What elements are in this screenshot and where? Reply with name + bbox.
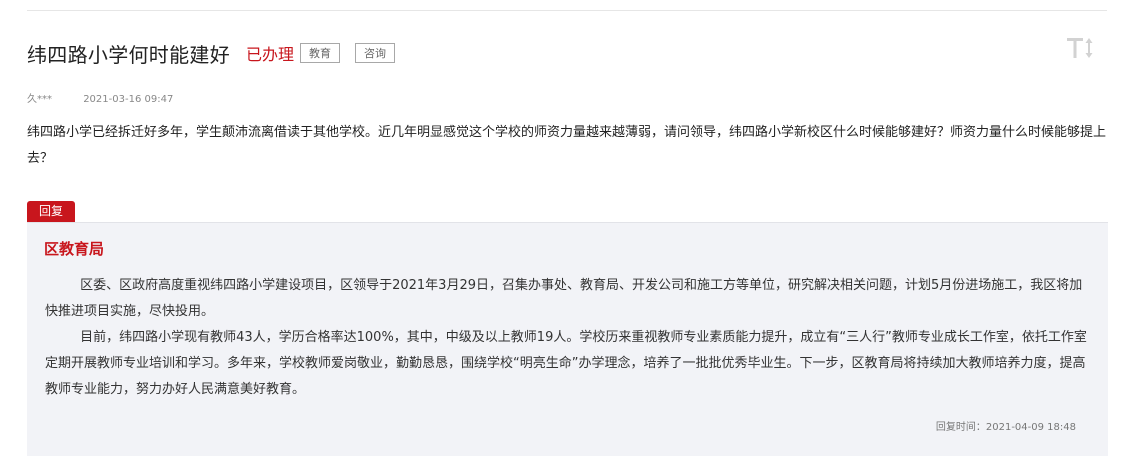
title-row: 纬四路小学何时能建好 已办理 教育 咨询 xyxy=(27,38,396,68)
question-text: 纬四路小学已经拆迁好多年，学生颠沛流离借读于其他学校。近几年明显感觉这个学校的师… xyxy=(27,125,1107,166)
reply-tab: 回复 xyxy=(27,201,76,222)
tag-consult[interactable]: 咨询 xyxy=(355,43,396,63)
text-size-icon[interactable] xyxy=(1063,33,1097,63)
reply-paragraph: 目前，纬四路小学现有教师43人，学历合格率达100%，其中，中级及以上教师19人… xyxy=(45,330,1087,397)
status-label: 已办理 xyxy=(246,45,295,64)
post-date: 2021-03-16 09:47 xyxy=(83,94,174,105)
page: 纬四路小学何时能建好 已办理 教育 咨询 久*** 2021-03-16 09:… xyxy=(0,0,1125,456)
tag-education[interactable]: 教育 xyxy=(300,43,341,63)
post-title: 纬四路小学何时能建好 xyxy=(27,42,230,67)
reply-paragraph: 区委、区政府高度重视纬四路小学建设项目，区领导于2021年3月29日，召集办事处… xyxy=(45,278,1083,319)
reply-time: 回复时间：2021-04-09 18:48 xyxy=(936,418,1076,433)
post-meta: 久*** 2021-03-16 09:47 xyxy=(27,90,173,105)
reply-time-label: 回复时间： xyxy=(935,422,986,433)
text-size-glyph xyxy=(1067,38,1093,58)
reply-time-value: 2021-04-09 18:48 xyxy=(985,422,1076,433)
reply-box: 区教育局 区委、区政府高度重视纬四路小学建设项目，区领导于2021年3月29日，… xyxy=(27,222,1108,456)
top-divider xyxy=(27,10,1107,11)
reply-department: 区教育局 xyxy=(44,240,105,258)
reply-body: 区委、区政府高度重视纬四路小学建设项目，区领导于2021年3月29日，召集办事处… xyxy=(45,273,1091,403)
author-name: 久*** xyxy=(27,94,52,105)
